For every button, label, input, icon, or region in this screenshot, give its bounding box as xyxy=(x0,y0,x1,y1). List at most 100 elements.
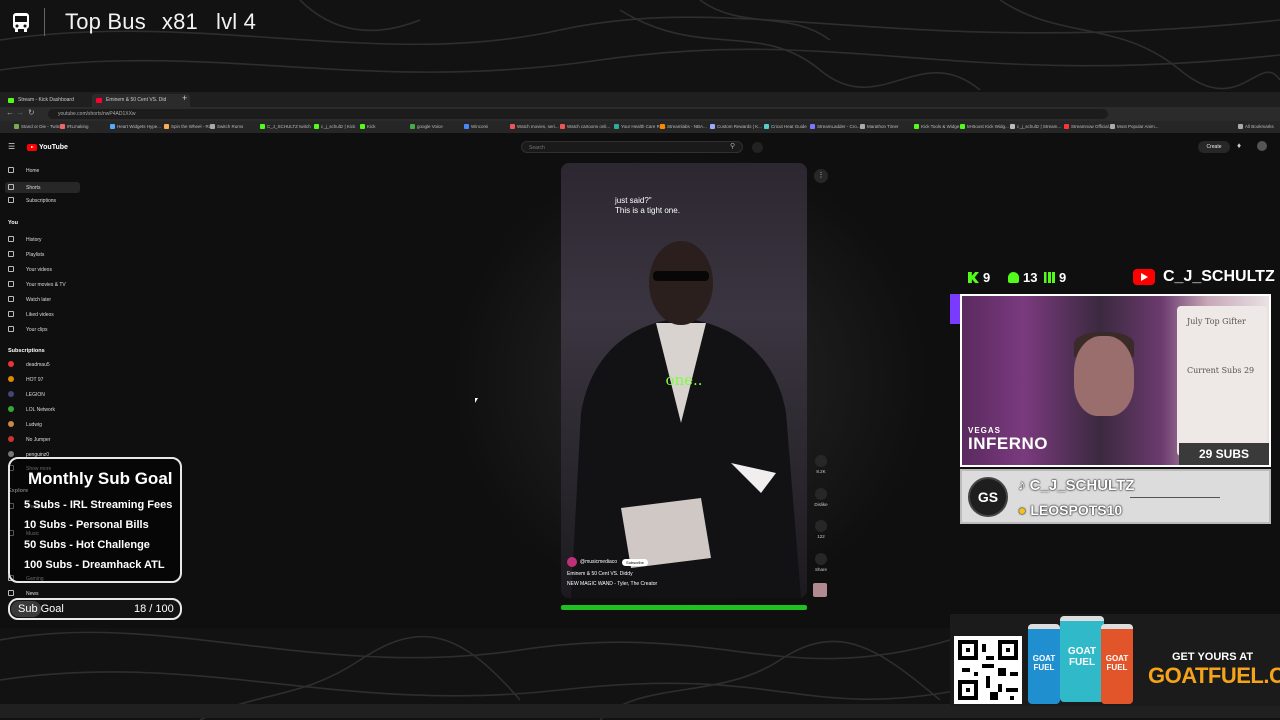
sidebar-sub-no-jumper[interactable]: No Jumper xyxy=(8,436,50,443)
sidebar-item-shorts[interactable]: Shorts xyxy=(5,182,80,193)
sidebar-item-subscriptions[interactable]: Subscriptions xyxy=(8,197,56,204)
like-button[interactable]: 8.2K xyxy=(814,455,828,474)
bookmark-label: c_j_schultz | Kick xyxy=(321,124,356,129)
viewer-count: 9 xyxy=(1059,270,1067,285)
sidebar-item-watch-later[interactable]: Watch later xyxy=(8,296,51,303)
tab-strip: Stream - Kick Dashboard Eminem & 50 Cent… xyxy=(0,92,1280,107)
bookmark-item[interactable]: Cricut Heat Guide xyxy=(764,124,807,129)
bookmark-item[interactable]: Wincomi xyxy=(464,124,488,129)
bookmark-item[interactable]: StreamLadder - Cro... xyxy=(810,124,861,129)
inferno-label: INFERNO xyxy=(968,434,1048,453)
channel-avatar[interactable] xyxy=(567,557,577,567)
bookmark-item[interactable]: Most Popular Anim... xyxy=(1110,124,1159,129)
bookmark-item[interactable]: Switch Rums xyxy=(210,124,243,129)
sidebar-sub-legion[interactable]: LEGION xyxy=(8,391,45,398)
video-progress-bar[interactable] xyxy=(561,605,807,610)
sidebar-sub-lol-network[interactable]: LOL Network xyxy=(8,406,55,413)
bookmark-label: c_j_schultz | Stream... xyxy=(1017,124,1062,129)
forward-icon[interactable]: → xyxy=(16,108,24,117)
sidebar-item-home[interactable]: Home xyxy=(8,167,39,174)
sidebar-item-history[interactable]: History xyxy=(8,236,42,243)
tab-youtube-short[interactable]: Eminem & 50 Cent VS. Did xyxy=(92,94,190,107)
caption-line-2: This is a tight one. xyxy=(615,206,680,215)
sidebar-sub-no-jumper-label: No Jumper xyxy=(26,437,51,443)
bookmark-item[interactable]: c_j_schultz | Kick xyxy=(314,124,355,129)
reload-icon[interactable]: ↻ xyxy=(28,108,35,117)
youtube-logo[interactable]: YouTube xyxy=(27,144,68,151)
like-icon xyxy=(815,455,827,467)
sidebar-item-your-clips[interactable]: Your clips xyxy=(8,326,48,333)
sidebar-item-liked-videos[interactable]: Liked videos xyxy=(8,311,54,318)
sidebar-item-your-videos[interactable]: Your videos xyxy=(8,266,52,273)
menu-icon[interactable]: ☰ xyxy=(8,142,15,151)
action-count: 122 xyxy=(817,534,825,539)
bookmark-label: Cricut Heat Guide xyxy=(771,124,807,129)
webcam-edge xyxy=(950,294,960,324)
mic-icon[interactable] xyxy=(752,142,763,153)
bookmark-item[interactable]: Marathon Timer xyxy=(860,124,899,129)
bookmark-item[interactable]: Custom Rewards | K... xyxy=(710,124,762,129)
channel-name[interactable]: @musicmediaco xyxy=(580,559,617,565)
bookmark-item[interactable]: Stand or Die - Twitch xyxy=(14,124,63,129)
like-icon xyxy=(8,311,14,317)
shorts-video[interactable]: just said?" This is a tight one. one.. @… xyxy=(561,163,807,598)
share-button[interactable]: Share xyxy=(814,553,828,572)
sidebar-sub-lol-network-label: LOL Network xyxy=(26,407,55,413)
bookmark-item[interactable]: c_j_schultz | Stream... xyxy=(1010,124,1061,129)
bookmark-favicon-icon xyxy=(510,124,515,129)
sub-goal-item: 10 Subs - Personal Bills xyxy=(24,519,149,531)
bars-icon xyxy=(1044,272,1055,283)
sidebar-sub-hot-97[interactable]: HOT 97 xyxy=(8,376,43,383)
kick-icon xyxy=(8,98,14,103)
create-button[interactable]: Create xyxy=(1198,141,1230,153)
top-bus-level: lvl 4 xyxy=(215,9,257,34)
bookmark-item[interactable]: All Bookmarks xyxy=(1238,124,1274,129)
sidebar-sub-ludwig[interactable]: Ludwig xyxy=(8,421,42,428)
sidebar-you-header[interactable]: You xyxy=(8,220,18,226)
dislike-icon xyxy=(815,488,827,500)
bookmark-item[interactable]: IRLmaking xyxy=(60,124,89,129)
avatar[interactable] xyxy=(1257,141,1267,151)
back-icon[interactable]: ← xyxy=(6,108,14,117)
subscribe-button[interactable]: Subscribe xyxy=(622,558,648,566)
dislike-button[interactable]: Dislike xyxy=(814,488,828,507)
bookmark-favicon-icon xyxy=(560,124,565,129)
sidebar-subscriptions-header[interactable]: Subscriptions xyxy=(8,348,45,354)
sidebar-sub-deadmau5[interactable]: deadmau5 xyxy=(8,361,50,368)
bookmark-item[interactable]: M-Boost Kick Widg... xyxy=(960,124,1009,129)
address-bar[interactable]: youtube.com/shorts/nwP4AD1XXw xyxy=(48,109,1108,119)
tiktok-name-text: C_J_SCHULTZ xyxy=(1029,477,1135,494)
bookmark-item[interactable]: Streamlabs - NBA... xyxy=(660,124,707,129)
bookmark-favicon-icon xyxy=(110,124,115,129)
bookmark-item[interactable]: Spin the Wheel - Ra... xyxy=(164,124,215,129)
bookmark-item[interactable]: Heart Widgets Hype... xyxy=(110,124,161,129)
bookmark-item[interactable]: Streamnow Official... xyxy=(1064,124,1112,129)
viewer-stat: 9 xyxy=(1044,270,1066,285)
can-label: GOAT FUEL xyxy=(1067,646,1097,668)
bookmark-item[interactable]: Watch movies, seri... xyxy=(510,124,559,129)
bookmark-item[interactable]: Kick xyxy=(360,124,376,129)
bookmark-item[interactable]: Watch cartoons onli... xyxy=(560,124,610,129)
more-options-icon[interactable]: ⋮ xyxy=(814,169,828,183)
bookmark-item[interactable]: Your Health Care Re... xyxy=(614,124,666,129)
video-title[interactable]: Eminem & 50 Cent VS. Diddy xyxy=(567,571,657,577)
sidebar-item-playlists[interactable]: Playlists xyxy=(8,251,44,258)
share-icon xyxy=(815,553,827,565)
channel-avatar-icon xyxy=(8,391,14,397)
bookmark-favicon-icon xyxy=(1110,124,1115,129)
sidebar-item-news[interactable]: News xyxy=(8,590,39,597)
sidebar-item-subscriptions-label: Subscriptions xyxy=(26,198,57,204)
bell-icon[interactable]: ♦ xyxy=(1237,141,1241,150)
sound-thumbnail[interactable] xyxy=(813,583,827,597)
bookmark-item[interactable]: Kick Tools & Widge... xyxy=(914,124,963,129)
new-tab-button[interactable]: + xyxy=(182,93,187,103)
bookmark-item[interactable]: C_J_SCHULTZ twitch xyxy=(260,124,311,129)
sidebar-item-your-movies-tv[interactable]: Your movies & TV xyxy=(8,281,66,288)
video-sound[interactable]: NEW MAGIC WAND - Tyler, The Creator xyxy=(567,581,657,587)
bookmark-item[interactable]: google Voice xyxy=(410,124,443,129)
comment-button[interactable]: 122 xyxy=(814,520,828,539)
video-icon xyxy=(8,266,14,272)
search-icon[interactable]: ⚲ xyxy=(730,142,735,150)
bookmark-label: Streamlabs - NBA... xyxy=(667,124,707,129)
tab-kick-dashboard[interactable]: Stream - Kick Dashboard xyxy=(4,94,100,107)
